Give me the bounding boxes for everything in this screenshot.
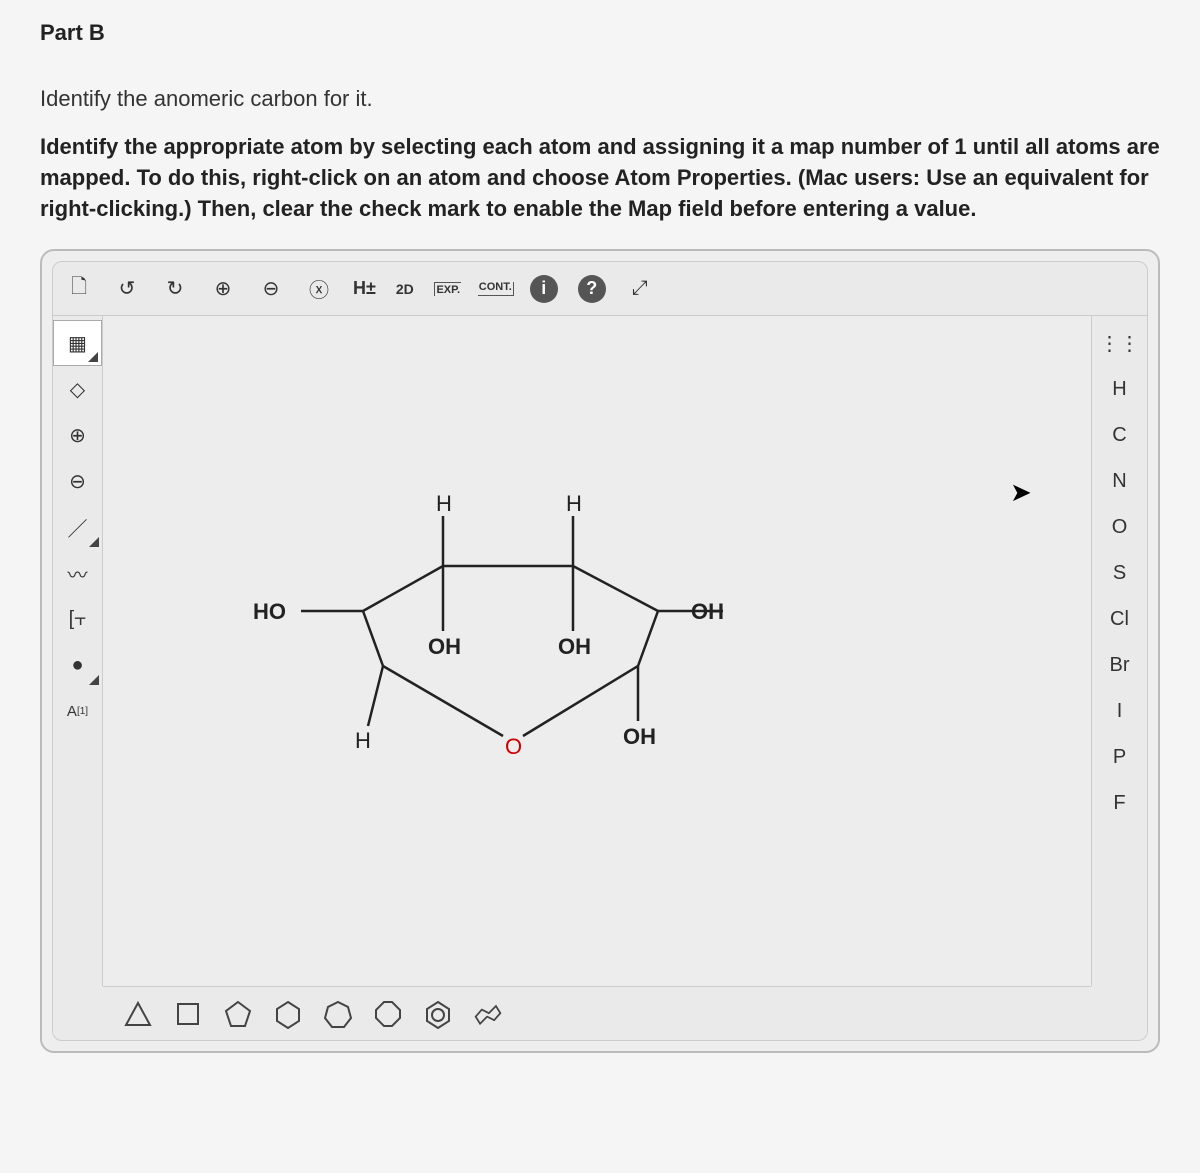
molecule-structure[interactable]: HO OH OH OH OH H H H O [193,456,733,796]
undo-icon[interactable]: ↺ [109,271,145,307]
mouse-cursor-icon: ➤ [1010,477,1200,508]
to-2d-button[interactable]: 2D [392,271,418,307]
editor-frame: 🗋 ↺ ↻ ⊕ ⊖ ⓧ H± 2D EXP. CONT. i ? ⤢ [40,249,1160,1053]
new-icon[interactable]: 🗋 [61,271,97,307]
group-tool[interactable]: [⫟ [53,596,102,642]
editor: 🗋 ↺ ↻ ⊕ ⊖ ⓧ H± 2D EXP. CONT. i ? ⤢ [52,261,1148,1041]
atom-label-HO: HO [253,599,286,624]
left-toolbar: ▦ ◇ ⊕ ⊖ ／ 〰 [⫟ ● A[1] [53,316,103,986]
exp-label: EXP. [436,284,460,296]
instructions: Identify the appropriate atom by selecti… [40,132,1160,224]
info-icon: i [530,275,558,303]
triangle-ring-icon[interactable] [123,999,153,1029]
part-label: Part B [40,20,1160,46]
stereo-tool[interactable]: ● [53,642,102,688]
square-ring-icon[interactable] [173,999,203,1029]
atom-label-H3: H [355,728,371,753]
atom-label-O: O [505,734,522,759]
element-O[interactable]: O [1092,504,1147,550]
atom-label-OH4: OH [691,599,724,624]
element-S[interactable]: S [1092,550,1147,596]
info-button[interactable]: i [526,271,562,307]
charge-plus-tool[interactable]: ⊕ [53,412,102,458]
delete-icon[interactable]: ⓧ [301,271,337,307]
atom-label-OH3: OH [623,724,656,749]
octagon-ring-icon[interactable] [373,999,403,1029]
element-Cl[interactable]: Cl [1092,596,1147,642]
periodic-table-button[interactable]: ⋮⋮ [1092,320,1147,366]
atom-label-H2: H [566,491,582,516]
benzene-ring-icon[interactable] [423,999,453,1029]
zoom-out-icon[interactable]: ⊖ [253,271,289,307]
bottom-toolbar [103,986,1091,1040]
map-tool[interactable]: A[1] [53,688,102,734]
element-H[interactable]: H [1092,366,1147,412]
marquee-tool[interactable]: ▦ [53,320,102,366]
heptagon-ring-icon[interactable] [323,999,353,1029]
element-Br[interactable]: Br [1092,642,1147,688]
expand-button[interactable]: EXP. [430,271,466,307]
drawing-canvas[interactable]: HO OH OH OH OH H H H O [103,316,1091,986]
element-P[interactable]: P [1092,734,1147,780]
eraser-tool[interactable]: ◇ [53,366,102,412]
question-prompt: Identify the anomeric carbon for it. [40,86,1160,112]
single-bond-tool[interactable]: ／ [53,504,102,550]
redo-icon[interactable]: ↻ [157,271,193,307]
contract-button[interactable]: CONT. [478,271,514,307]
element-F[interactable]: F [1092,780,1147,826]
help-button[interactable]: ? [574,271,610,307]
element-C[interactable]: C [1092,412,1147,458]
hexagon-ring-icon[interactable] [273,999,303,1029]
chain-tool[interactable]: 〰 [53,550,102,596]
cont-label: CONT. [479,281,512,293]
cyclohexane-chair-icon[interactable] [473,999,503,1029]
top-toolbar: 🗋 ↺ ↻ ⊕ ⊖ ⓧ H± 2D EXP. CONT. i ? ⤢ [53,262,1147,316]
pentagon-ring-icon[interactable] [223,999,253,1029]
atom-label-OH2: OH [558,634,591,659]
help-icon: ? [578,275,606,303]
charge-minus-tool[interactable]: ⊖ [53,458,102,504]
zoom-in-icon[interactable]: ⊕ [205,271,241,307]
hydrogens-button[interactable]: H± [349,271,380,307]
atom-label-H1: H [436,491,452,516]
right-toolbar: ⋮⋮ H C N O S Cl Br I P F [1091,316,1147,986]
fullscreen-icon[interactable]: ⤢ [622,271,658,307]
atom-label-OH1: OH [428,634,461,659]
element-I[interactable]: I [1092,688,1147,734]
